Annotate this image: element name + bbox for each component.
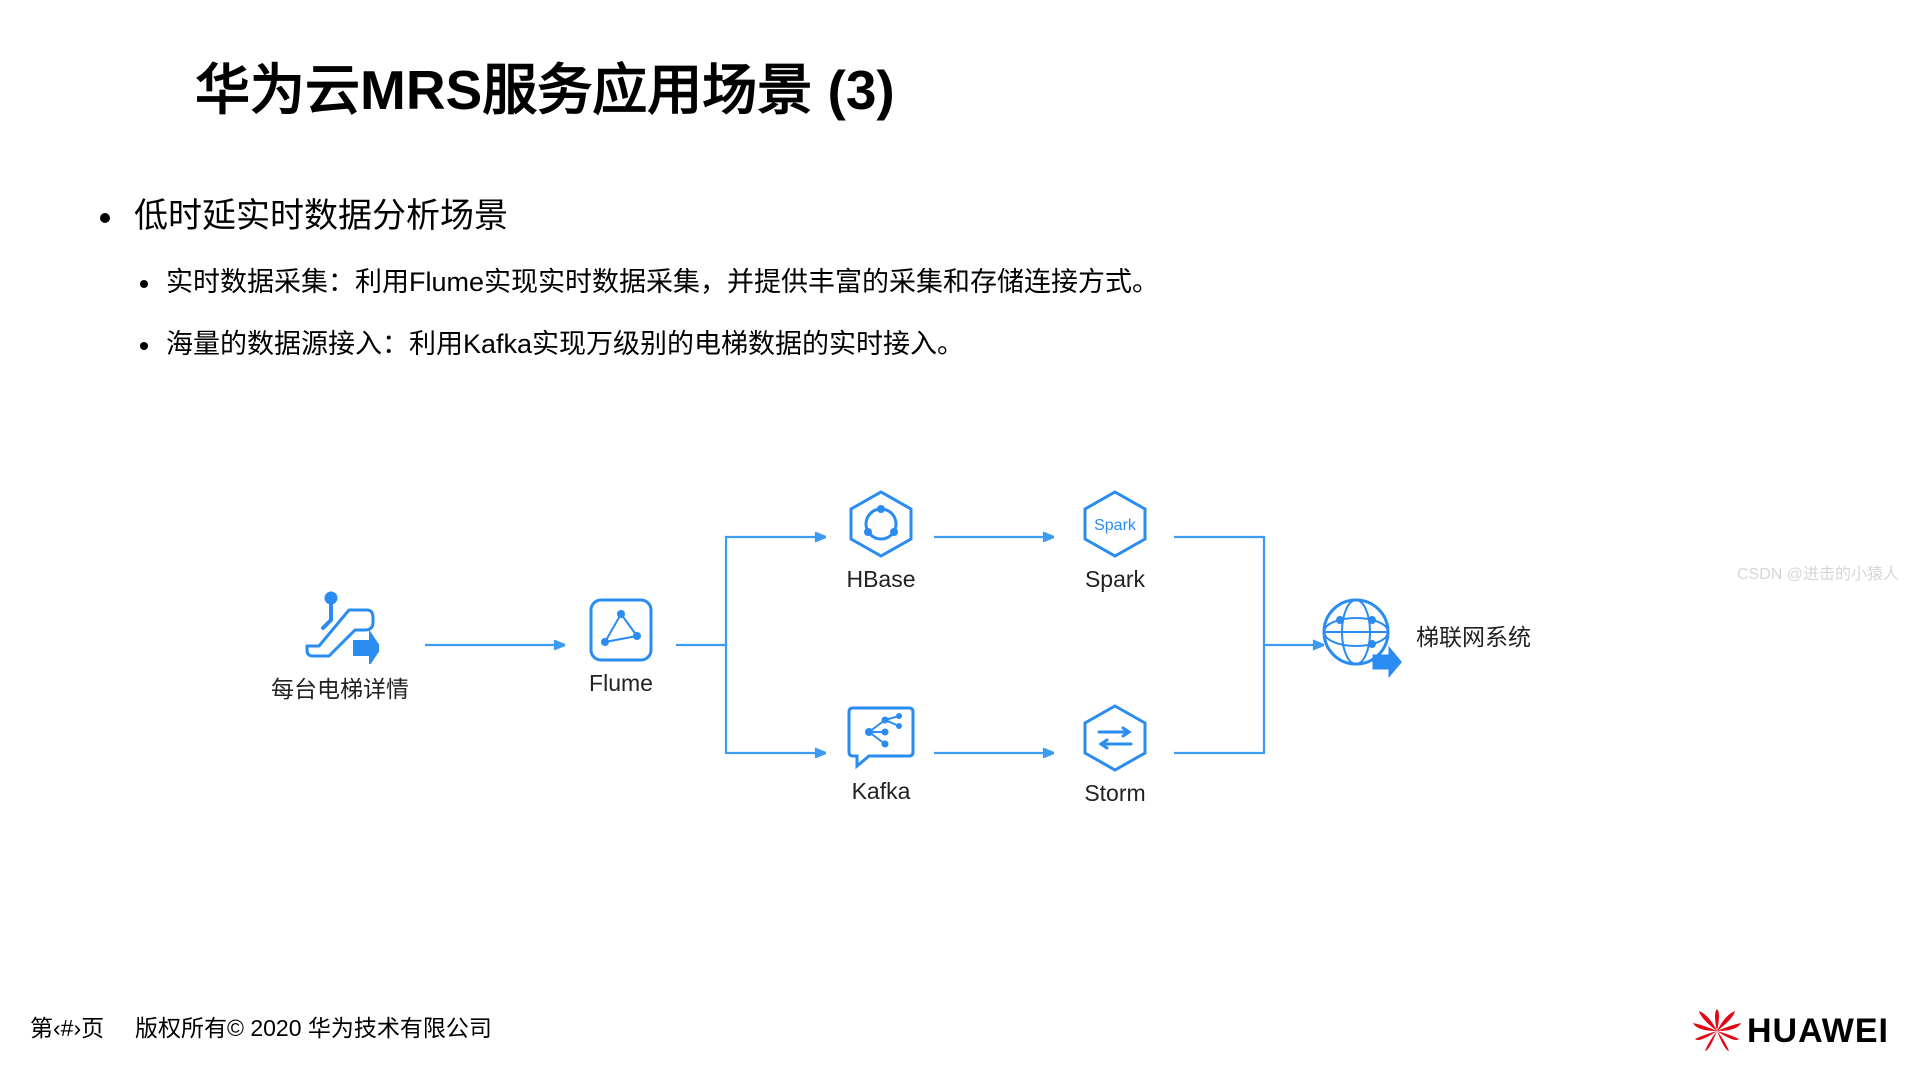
kafka-icon bbox=[845, 700, 917, 772]
bullet-l2a-text: 实时数据采集：利用Flume实现实时数据采集，并提供丰富的采集和存储连接方式。 bbox=[166, 267, 1159, 297]
spark-icon: Spark bbox=[1079, 488, 1151, 560]
node-storm: Storm bbox=[1050, 702, 1180, 807]
flow-arrow bbox=[425, 640, 565, 650]
node-system-label: 梯联网系统 bbox=[1416, 618, 1531, 652]
bullet-level1: 低时延实时数据分析场景 bbox=[100, 188, 508, 237]
footer-page-number: 第‹#›页 bbox=[30, 1009, 104, 1043]
node-kafka: Kafka bbox=[816, 700, 946, 805]
footer-copyright: 版权所有© 2020 华为技术有限公司 bbox=[135, 1009, 492, 1043]
flow-split bbox=[676, 532, 826, 758]
huawei-brand-text: HUAWEI bbox=[1747, 1012, 1889, 1051]
node-flume: Flume bbox=[556, 596, 686, 697]
globe-system-icon bbox=[1316, 592, 1402, 678]
bullet-dot-icon bbox=[140, 280, 148, 288]
flow-merge bbox=[1174, 532, 1324, 758]
flow-arrow bbox=[934, 532, 1054, 542]
node-hbase-label: HBase bbox=[816, 566, 946, 593]
escalator-icon bbox=[301, 586, 379, 664]
node-spark-label: Spark bbox=[1050, 566, 1180, 593]
node-storm-label: Storm bbox=[1050, 780, 1180, 807]
node-kafka-label: Kafka bbox=[816, 778, 946, 805]
huawei-logo: HUAWEI bbox=[1693, 1009, 1889, 1053]
node-elevator: 每台电梯详情 bbox=[255, 586, 425, 704]
bullet-level2-a: 实时数据采集：利用Flume实现实时数据采集，并提供丰富的采集和存储连接方式。 bbox=[140, 260, 1159, 299]
flume-icon bbox=[587, 596, 655, 664]
node-elevator-label: 每台电梯详情 bbox=[255, 670, 425, 704]
page-title: 华为云MRS服务应用场景 (3) bbox=[195, 45, 895, 125]
node-spark: Spark Spark bbox=[1050, 488, 1180, 593]
flow-arrow bbox=[934, 748, 1054, 758]
node-flume-label: Flume bbox=[556, 670, 686, 697]
hbase-icon bbox=[845, 488, 917, 560]
node-hbase: HBase bbox=[816, 488, 946, 593]
bullet-level2-b: 海量的数据源接入：利用Kafka实现万级别的电梯数据的实时接入。 bbox=[140, 322, 964, 361]
svg-text:Spark: Spark bbox=[1094, 517, 1137, 534]
huawei-petal-icon bbox=[1693, 1009, 1741, 1053]
watermark-text: CSDN @进击的小猿人 bbox=[1737, 560, 1899, 584]
bullet-l2b-text: 海量的数据源接入：利用Kafka实现万级别的电梯数据的实时接入。 bbox=[166, 329, 964, 359]
bullet-dot-icon bbox=[100, 213, 110, 223]
bullet-l1-text: 低时延实时数据分析场景 bbox=[134, 197, 508, 235]
storm-icon bbox=[1079, 702, 1151, 774]
node-system: 梯联网系统 bbox=[1316, 592, 1576, 678]
bullet-dot-icon bbox=[140, 342, 148, 350]
